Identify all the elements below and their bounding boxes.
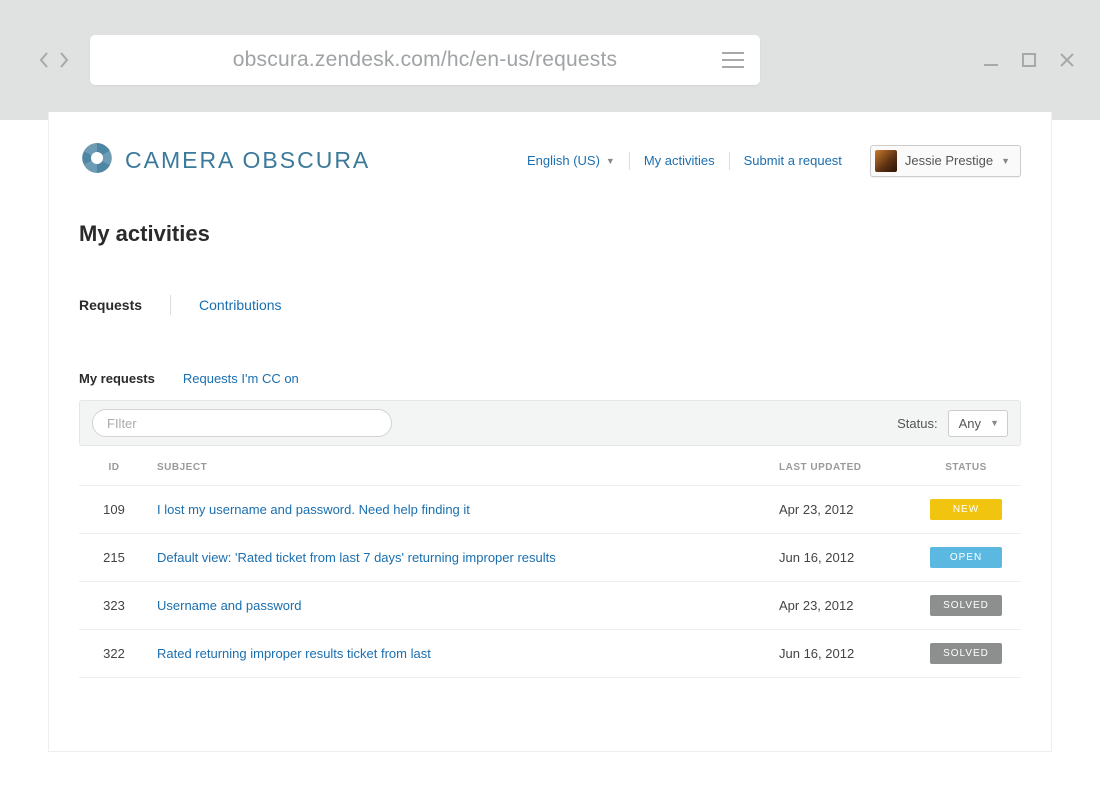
address-bar[interactable]: obscura.zendesk.com/hc/en-us/requests	[90, 35, 760, 85]
tab-my-requests[interactable]: My requests	[79, 371, 155, 386]
col-status: STATUS	[911, 446, 1021, 486]
table-row: 109 I lost my username and password. Need…	[79, 486, 1021, 534]
status-filter: Status: Any ▼	[897, 410, 1008, 437]
cell-updated: Apr 23, 2012	[771, 582, 911, 630]
status-badge: OPEN	[930, 547, 1002, 568]
minimize-button[interactable]	[982, 51, 1000, 69]
table-row: 215 Default view: 'Rated ticket from last…	[79, 534, 1021, 582]
cell-subject: Default view: 'Rated ticket from last 7 …	[149, 534, 771, 582]
status-badge: NEW	[930, 499, 1002, 520]
table-row: 323 Username and password Apr 23, 2012 SOLV…	[79, 582, 1021, 630]
cell-id: 215	[79, 534, 149, 582]
cell-updated: Jun 16, 2012	[771, 630, 911, 678]
chevron-down-icon: ▼	[1001, 156, 1010, 166]
col-subject: SUBJECT	[149, 446, 771, 486]
cell-subject: I lost my username and password. Need he…	[149, 486, 771, 534]
tab-requests[interactable]: Requests	[79, 297, 170, 313]
logo-text: CAMERA OBSCURA	[125, 147, 370, 174]
status-value: Any	[959, 416, 981, 431]
secondary-tabs: My requests Requests I'm CC on	[79, 371, 1021, 386]
cell-updated: Jun 16, 2012	[771, 534, 911, 582]
nav-submit-request[interactable]: Submit a request	[730, 153, 856, 168]
chevron-down-icon: ▼	[606, 156, 615, 166]
requests-table: ID SUBJECT LAST UPDATED STATUS 109 I lost…	[79, 446, 1021, 678]
filter-toolbar: Status: Any ▼	[79, 400, 1021, 446]
status-dropdown[interactable]: Any ▼	[948, 410, 1008, 437]
chevron-down-icon: ▼	[990, 418, 999, 428]
aperture-icon	[79, 140, 115, 181]
user-menu-button[interactable]: Jessie Prestige ▼	[870, 145, 1021, 177]
language-label: English (US)	[527, 153, 600, 168]
user-name: Jessie Prestige	[905, 153, 993, 168]
request-link[interactable]: I lost my username and password. Need he…	[157, 502, 470, 517]
logo[interactable]: CAMERA OBSCURA	[79, 140, 370, 181]
window-controls	[982, 51, 1076, 69]
col-id: ID	[79, 446, 149, 486]
close-button[interactable]	[1058, 51, 1076, 69]
filter-input[interactable]	[92, 409, 392, 437]
menu-icon[interactable]	[722, 52, 744, 68]
divider	[170, 295, 171, 315]
nav-arrows	[36, 47, 72, 73]
cell-id: 323	[79, 582, 149, 630]
page-title: My activities	[79, 221, 1021, 247]
cell-updated: Apr 23, 2012	[771, 486, 911, 534]
cell-id: 109	[79, 486, 149, 534]
nav-back-button[interactable]	[36, 47, 52, 73]
cell-status: NEW	[911, 486, 1021, 534]
status-badge: SOLVED	[930, 643, 1002, 664]
tab-contributions[interactable]: Contributions	[199, 297, 310, 313]
site-header: CAMERA OBSCURA English (US) ▼ My activit…	[49, 112, 1051, 191]
cell-status: SOLVED	[911, 582, 1021, 630]
maximize-button[interactable]	[1020, 51, 1038, 69]
cell-status: SOLVED	[911, 630, 1021, 678]
request-link[interactable]: Default view: 'Rated ticket from last 7 …	[157, 550, 556, 565]
page-body: CAMERA OBSCURA English (US) ▼ My activit…	[48, 112, 1052, 752]
header-nav: English (US) ▼ My activities Submit a re…	[513, 145, 1021, 177]
nav-forward-button[interactable]	[56, 47, 72, 73]
request-link[interactable]: Rated returning improper results ticket …	[157, 646, 431, 661]
primary-tabs: Requests Contributions	[79, 295, 1021, 315]
status-label: Status:	[897, 416, 937, 431]
tab-cc-requests[interactable]: Requests I'm CC on	[183, 371, 299, 386]
status-badge: SOLVED	[930, 595, 1002, 616]
table-row: 322 Rated returning improper results tick…	[79, 630, 1021, 678]
col-last-updated: LAST UPDATED	[771, 446, 911, 486]
cell-subject: Username and password	[149, 582, 771, 630]
cell-subject: Rated returning improper results ticket …	[149, 630, 771, 678]
table-header-row: ID SUBJECT LAST UPDATED STATUS	[79, 446, 1021, 486]
browser-chrome: obscura.zendesk.com/hc/en-us/requests	[0, 0, 1100, 120]
cell-id: 322	[79, 630, 149, 678]
avatar	[875, 150, 897, 172]
language-dropdown[interactable]: English (US) ▼	[513, 153, 629, 168]
cell-status: OPEN	[911, 534, 1021, 582]
nav-my-activities[interactable]: My activities	[630, 153, 729, 168]
request-link[interactable]: Username and password	[157, 598, 302, 613]
content: My activities Requests Contributions My …	[49, 191, 1051, 698]
address-url: obscura.zendesk.com/hc/en-us/requests	[233, 48, 617, 72]
